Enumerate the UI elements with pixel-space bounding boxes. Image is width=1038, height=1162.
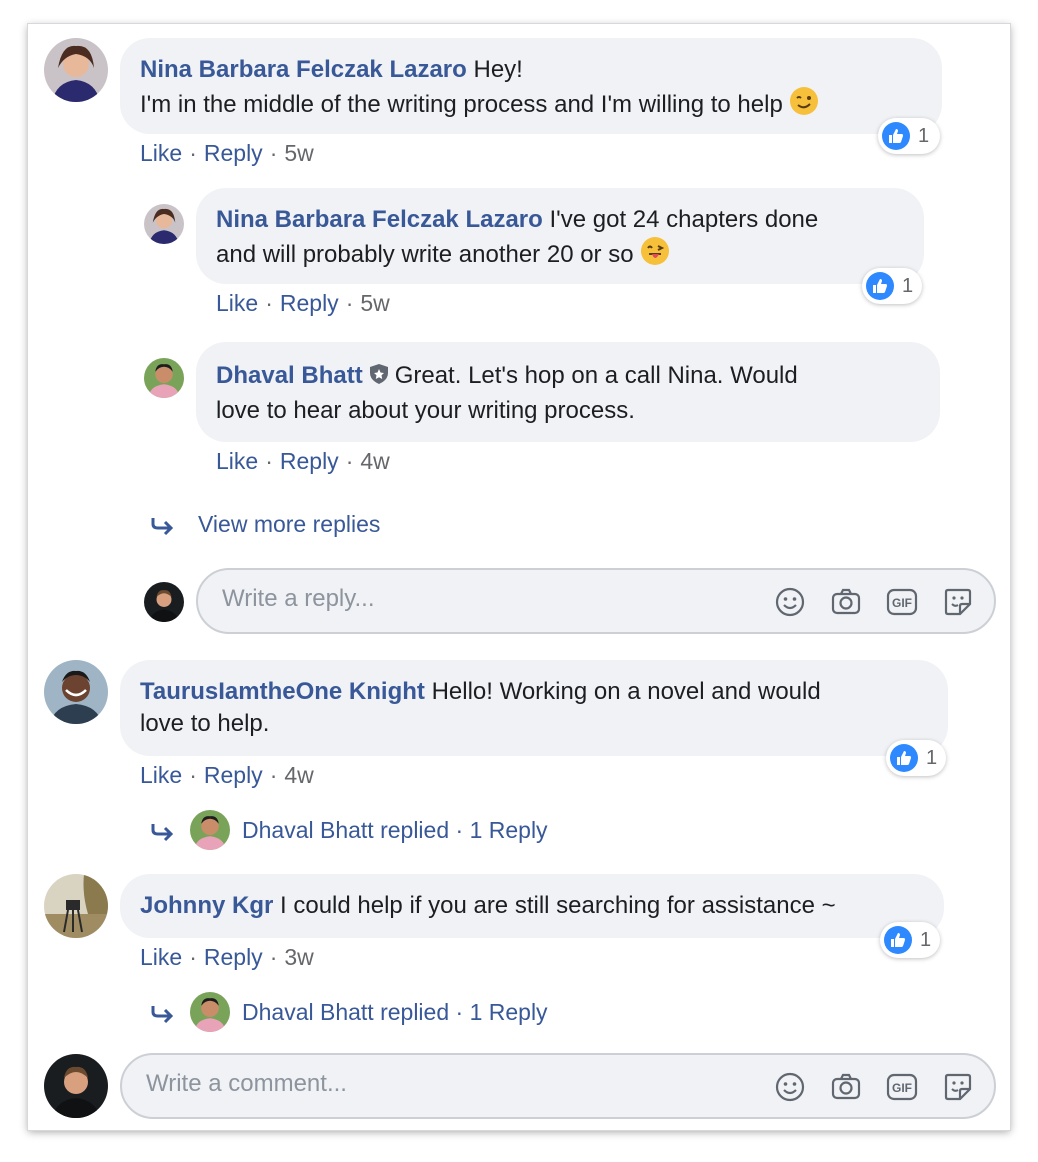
timestamp[interactable]: 5w xyxy=(284,140,313,166)
comment-bubble: TaurusIamtheOne Knight Hello! Working on… xyxy=(120,660,948,756)
separator: · xyxy=(345,448,354,474)
gif-icon[interactable]: GIF xyxy=(886,1071,918,1103)
camera-icon[interactable] xyxy=(830,1071,862,1103)
reply-link[interactable]: Reply xyxy=(204,944,263,970)
smiley-icon[interactable] xyxy=(774,1071,806,1103)
tongue-emoji-icon xyxy=(640,236,670,266)
like-link[interactable]: Like xyxy=(140,140,182,166)
camera-icon[interactable] xyxy=(830,586,862,618)
smiley-icon[interactable] xyxy=(774,586,806,618)
comment-bubble: Johnny Kgr I could help if you are still… xyxy=(120,874,944,938)
svg-text:GIF: GIF xyxy=(892,596,912,610)
avatar-dhaval[interactable] xyxy=(144,358,184,398)
like-thumb-icon xyxy=(866,272,894,300)
reply-input-box: GIF xyxy=(196,568,996,634)
timestamp[interactable]: 4w xyxy=(284,762,313,788)
gif-icon[interactable]: GIF xyxy=(886,586,918,618)
separator: · xyxy=(265,448,273,474)
comment-actions: Like · Reply · 4w xyxy=(140,760,314,790)
comment-bubble: Nina Barbara Felczak Lazaro Hey! I'm in … xyxy=(120,38,942,134)
separator: · xyxy=(345,290,354,316)
reply-bubble: Nina Barbara Felczak Lazaro I've got 24 … xyxy=(196,188,924,284)
reply-link[interactable]: Reply xyxy=(280,290,339,316)
reply-arrow-icon xyxy=(151,1006,174,1024)
reply-arrow-icon xyxy=(151,824,174,842)
avatar-taurus[interactable] xyxy=(44,660,108,724)
separator: · xyxy=(269,140,278,166)
reply-text: and will probably write another 20 or so xyxy=(216,241,634,268)
svg-text:GIF: GIF xyxy=(892,1081,912,1095)
like-link[interactable]: Like xyxy=(140,762,182,788)
like-thumb-icon xyxy=(890,744,918,772)
separator: · xyxy=(269,944,278,970)
reply-author[interactable]: Dhaval Bhatt xyxy=(216,362,363,389)
wink-emoji-icon xyxy=(789,86,819,116)
avatar-dhaval xyxy=(190,992,230,1032)
comment-author[interactable]: TaurusIamtheOne Knight xyxy=(140,678,425,705)
like-reaction-count[interactable]: 1 xyxy=(878,118,940,154)
comment-input-box: GIF xyxy=(120,1053,996,1119)
separator: · xyxy=(265,290,273,316)
like-link[interactable]: Like xyxy=(216,290,258,316)
reply-text: love to hear about your writing process. xyxy=(216,397,635,424)
like-link[interactable]: Like xyxy=(216,448,258,474)
like-thumb-icon xyxy=(882,122,910,150)
timestamp[interactable]: 4w xyxy=(360,448,389,474)
reaction-count: 1 xyxy=(918,124,930,147)
avatar-nina[interactable] xyxy=(144,204,184,244)
shield-icon xyxy=(369,360,389,384)
reply-text: Great. Let's hop on a call Nina. Would xyxy=(394,362,798,389)
reply-link[interactable]: Reply xyxy=(204,140,263,166)
replied-summary-link[interactable]: Dhaval Bhatt replied · 1 Reply xyxy=(242,997,548,1027)
avatar-dhaval xyxy=(190,810,230,850)
separator: · xyxy=(189,140,197,166)
comment-actions: Like · Reply · 3w xyxy=(140,942,314,972)
timestamp[interactable]: 5w xyxy=(360,290,389,316)
reaction-count: 1 xyxy=(926,746,938,769)
sticker-icon[interactable] xyxy=(942,586,974,618)
reply-input[interactable] xyxy=(220,584,704,614)
current-user-avatar xyxy=(44,1054,108,1118)
sticker-icon[interactable] xyxy=(942,1071,974,1103)
like-reaction-count[interactable]: 1 xyxy=(880,922,940,958)
separator: · xyxy=(269,762,278,788)
comment-input[interactable] xyxy=(144,1069,628,1099)
current-user-avatar xyxy=(144,582,184,622)
reply-author[interactable]: Nina Barbara Felczak Lazaro xyxy=(216,206,543,233)
reply-link[interactable]: Reply xyxy=(280,448,339,474)
separator: · xyxy=(189,944,197,970)
like-thumb-icon xyxy=(884,926,912,954)
reply-link[interactable]: Reply xyxy=(204,762,263,788)
timestamp[interactable]: 3w xyxy=(284,944,313,970)
reply-actions: Like · Reply · 5w xyxy=(216,288,390,318)
separator: · xyxy=(189,762,197,788)
comment-text: I could help if you are still searching … xyxy=(280,892,836,919)
like-reaction-count[interactable]: 1 xyxy=(862,268,922,304)
comment-author[interactable]: Johnny Kgr xyxy=(140,892,273,919)
comment-text: love to help. xyxy=(140,710,270,737)
like-reaction-count[interactable]: 1 xyxy=(886,740,946,776)
reply-actions: Like · Reply · 4w xyxy=(216,446,390,476)
replied-summary-link[interactable]: Dhaval Bhatt replied · 1 Reply xyxy=(242,815,548,845)
like-link[interactable]: Like xyxy=(140,944,182,970)
reaction-count: 1 xyxy=(920,928,932,951)
avatar-nina[interactable] xyxy=(44,38,108,102)
reply-text: I've got 24 chapters done xyxy=(549,206,819,233)
reaction-count: 1 xyxy=(902,274,914,297)
comment-actions: Like · Reply · 5w xyxy=(140,138,314,168)
reply-arrow-icon xyxy=(151,518,174,536)
avatar-johnny[interactable] xyxy=(44,874,108,938)
view-more-replies-link[interactable]: View more replies xyxy=(198,509,380,539)
comment-text: Hello! Working on a novel and would xyxy=(431,678,821,705)
comment-text: Hey! xyxy=(473,56,523,83)
comment-author[interactable]: Nina Barbara Felczak Lazaro xyxy=(140,56,467,83)
reply-bubble: Dhaval Bhatt Great. Let's hop on a call N… xyxy=(196,342,940,442)
comment-text: I'm in the middle of the writing process… xyxy=(140,91,783,118)
